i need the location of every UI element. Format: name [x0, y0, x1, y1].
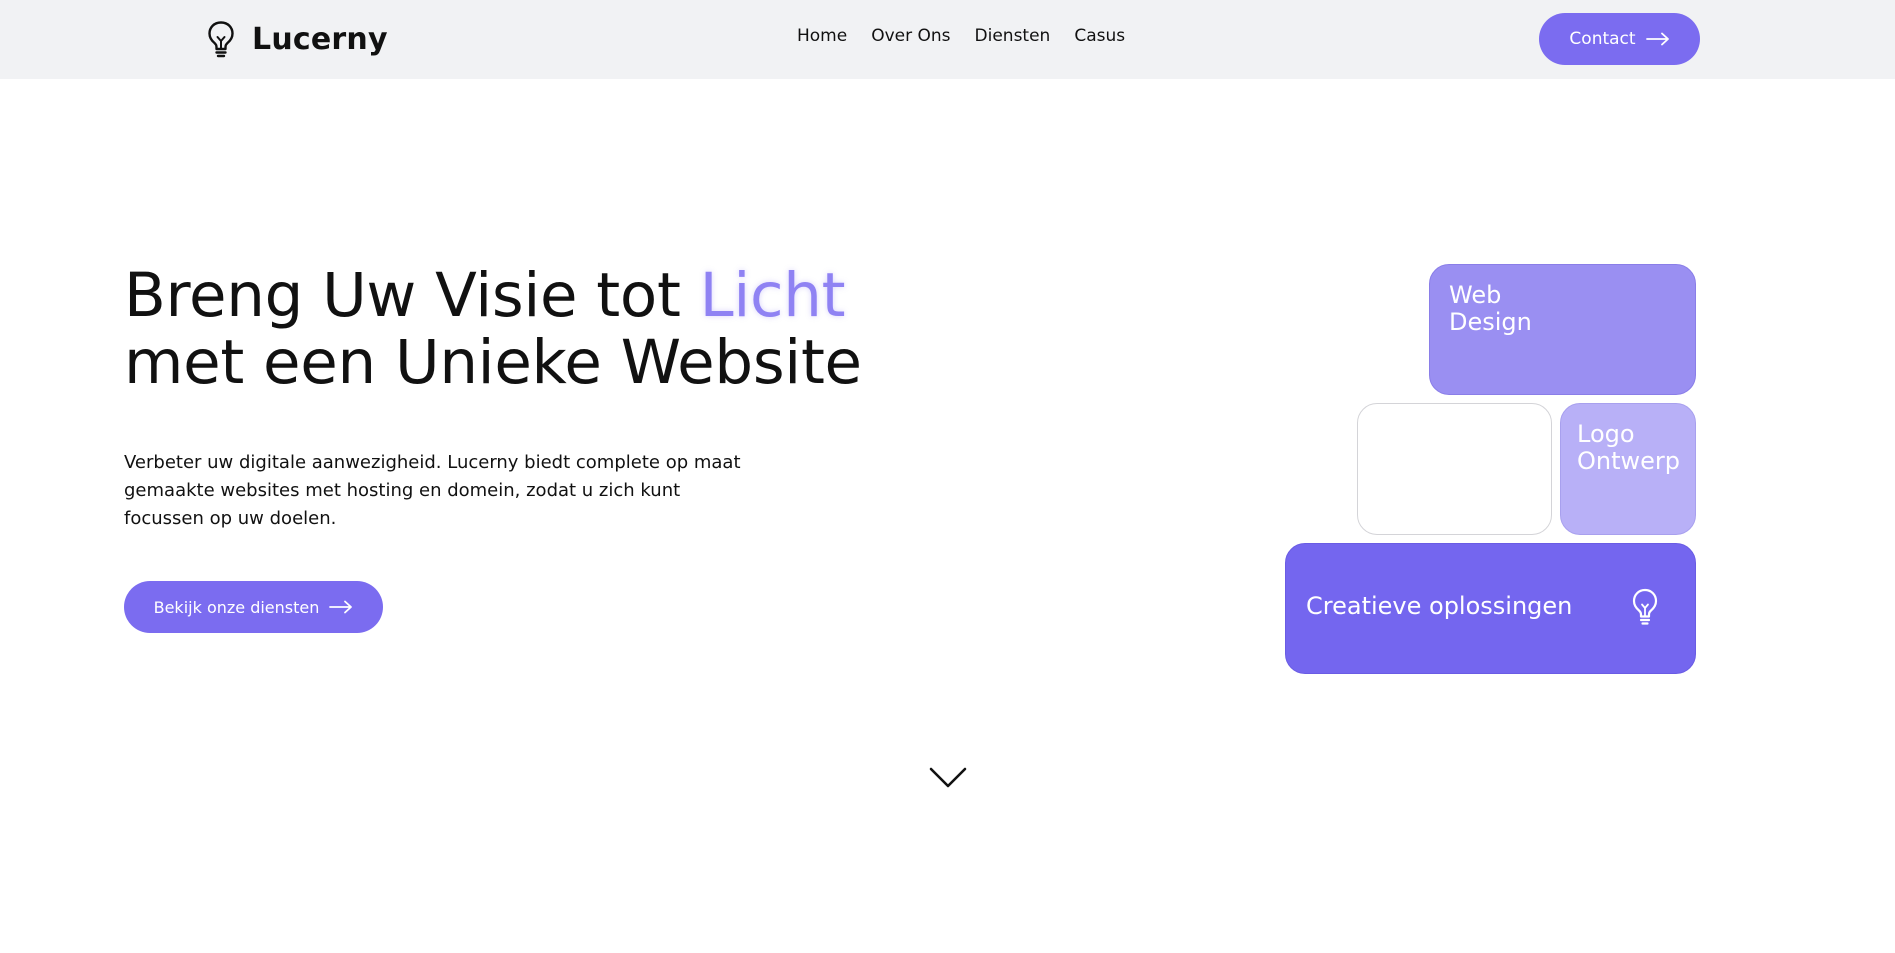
hero-title-text: Breng Uw Visie tot — [124, 260, 700, 331]
view-services-button[interactable]: Bekijk onze diensten — [124, 581, 383, 633]
contact-button[interactable]: Contact — [1539, 13, 1700, 65]
main-nav: Home Over Ons Diensten Casus — [797, 26, 1125, 46]
brand-logo[interactable]: Lucerny — [206, 20, 388, 58]
nav-over-ons[interactable]: Over Ons — [871, 26, 950, 46]
card-creative-label: Creatieve oplossingen — [1306, 592, 1573, 620]
card-web-design: Web Design — [1429, 264, 1696, 395]
view-services-label: Bekijk onze diensten — [153, 597, 320, 617]
contact-button-label: Contact — [1569, 29, 1636, 49]
arrow-right-icon — [329, 600, 353, 614]
card-logo-line1: Logo — [1577, 420, 1635, 448]
arrow-right-icon — [1645, 32, 1669, 46]
card-logo-line2: Ontwerp — [1577, 447, 1681, 475]
card-logo-label: Logo Ontwerp — [1577, 421, 1680, 475]
hero-description: Verbeter uw digitale aanwezigheid. Lucer… — [124, 452, 741, 529]
brand-name: Lucerny — [252, 21, 388, 57]
hero-title: Breng Uw Visie tot Licht met een Unieke … — [124, 262, 884, 396]
hero-title-line1: Breng Uw Visie tot Licht — [124, 262, 884, 329]
card-logo-ontwerp: Logo Ontwerp — [1560, 403, 1696, 535]
card-blank — [1357, 403, 1552, 535]
chevron-down-icon[interactable] — [928, 765, 968, 791]
card-creative-solutions: Creatieve oplossingen — [1285, 543, 1696, 674]
card-web-line2: Design — [1449, 308, 1532, 336]
lightbulb-icon — [208, 21, 234, 58]
nav-diensten[interactable]: Diensten — [975, 26, 1051, 46]
lightbulb-icon — [1632, 588, 1658, 625]
card-web-line1: Web — [1449, 281, 1502, 309]
hero-title-accent: Licht — [699, 260, 846, 331]
nav-home[interactable]: Home — [797, 26, 847, 46]
nav-casus[interactable]: Casus — [1074, 26, 1125, 46]
card-web-design-label: Web Design — [1449, 282, 1532, 336]
hero-title-line2: met een Unieke Website — [124, 327, 862, 398]
site-header: Lucerny Home Over Ons Diensten Casus Con… — [0, 0, 1895, 79]
